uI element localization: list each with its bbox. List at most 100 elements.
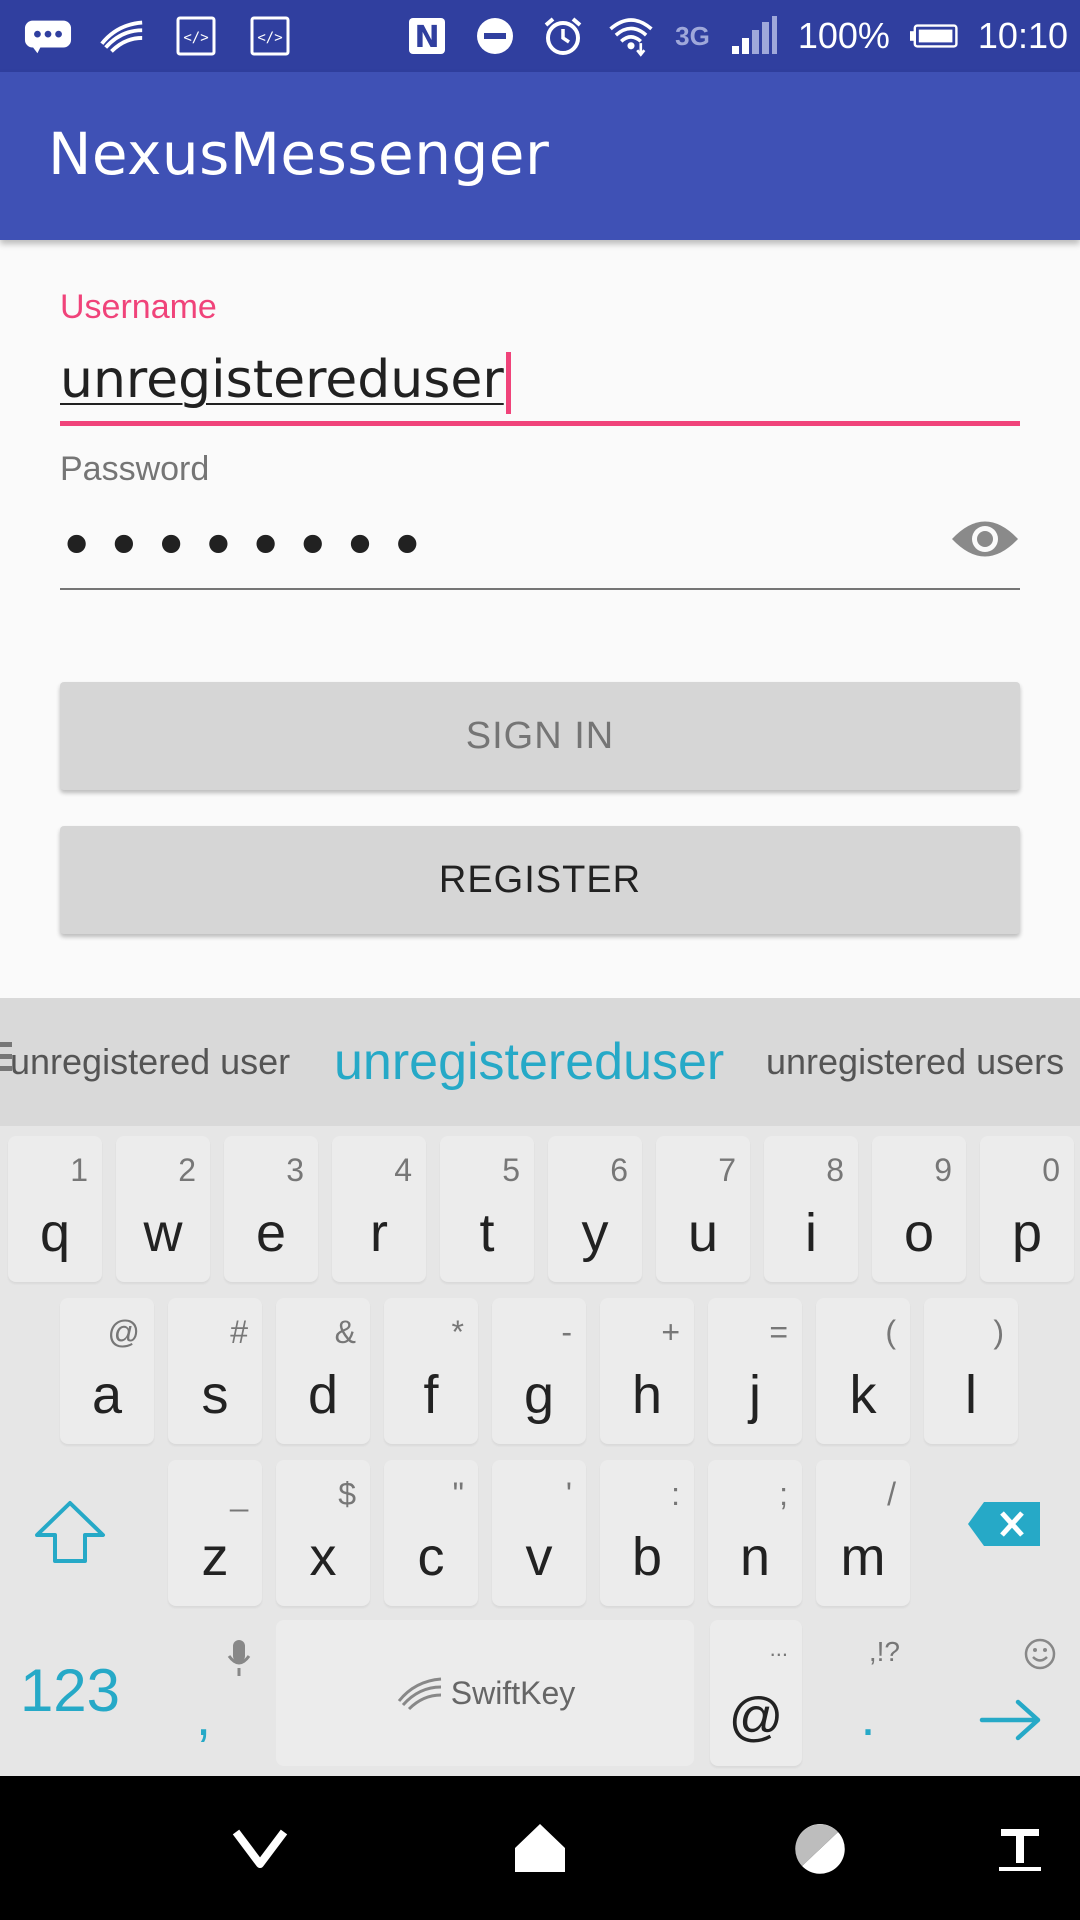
key-u-label: u [687,1203,719,1263]
key-o[interactable]: 9o [872,1136,966,1282]
app-title: NexusMessenger [48,120,550,188]
key-a[interactable]: @ a [60,1298,154,1444]
key-t[interactable]: 5t [440,1136,534,1282]
status-bar: </> </> N 3G 100% 10:10 [0,0,1080,72]
key-w-label: w [143,1203,183,1263]
key-k-label: k [849,1365,877,1425]
password-label: Password [60,450,210,488]
key-a-label: a [91,1365,123,1425]
emoji-icon[interactable] [1016,1630,1064,1678]
key-b[interactable]: :b [600,1460,694,1606]
numbers-key[interactable]: 123 [10,1648,130,1732]
key-d[interactable]: & d [276,1298,370,1444]
cell-signal-icon [730,16,778,56]
key-v-secondary: ' [565,1476,572,1512]
key-s-label: s [201,1365,229,1425]
key-z[interactable]: _ z [168,1460,262,1606]
period-key[interactable]: . ,!? [822,1620,914,1766]
key-v-label: v [525,1527,553,1587]
key-g[interactable]: -g [492,1298,586,1444]
key-x-secondary: $ [338,1476,356,1512]
key-h-secondary: + [661,1314,680,1350]
key-f-secondary: * [451,1314,464,1350]
key-i[interactable]: 8i [764,1136,858,1282]
enter-arrow-icon[interactable] [974,1690,1048,1750]
key-j[interactable]: = j [708,1298,802,1444]
key-q-secondary: 1 [70,1152,88,1188]
battery-icon [909,16,958,56]
key-n-secondary: ; [779,1476,788,1512]
key-n[interactable]: ; n [708,1460,802,1606]
text-cursor [506,352,511,414]
period-key-label: . [860,1687,876,1747]
suggestion-right[interactable]: unregistered users [766,998,1064,1126]
sign-in-button[interactable]: SIGN IN [60,682,1020,790]
key-d-label: d [307,1365,339,1425]
password-field[interactable]: •••••••• [60,516,438,576]
alarm-icon [539,16,587,56]
space-key[interactable]: SwiftKey [276,1620,694,1766]
key-g-label: g [523,1365,555,1425]
key-f[interactable]: * f [384,1298,478,1444]
key-l-label: l [965,1365,977,1425]
key-b-label: b [631,1527,663,1587]
svg-text:N: N [415,20,440,55]
eye-icon[interactable] [950,514,1020,564]
key-r[interactable]: 4r [332,1136,426,1282]
key-y-label: y [581,1203,609,1263]
svg-text:</>: </> [183,30,208,46]
key-c-label: c [417,1527,445,1587]
key-m-label: m [840,1527,886,1587]
key-s[interactable]: # s [168,1298,262,1444]
username-underline [60,421,1020,426]
battery-percent: 100% [797,15,890,56]
key-h[interactable]: + h [600,1298,694,1444]
recents-icon[interactable] [780,1808,860,1888]
key-r-secondary: 4 [394,1152,412,1188]
key-m-secondary: / [887,1476,896,1512]
key-k[interactable]: (k [816,1298,910,1444]
svg-text:</>: </> [257,30,282,46]
key-p-label: p [1011,1203,1043,1263]
key-e[interactable]: 3e [224,1136,318,1282]
code-icon: </> [246,16,294,56]
key-w[interactable]: 2w [116,1136,210,1282]
key-p[interactable]: 0p [980,1136,1074,1282]
key-t-secondary: 5 [502,1152,520,1188]
key-p-secondary: 0 [1042,1152,1060,1188]
back-icon[interactable] [220,1808,300,1888]
key-v[interactable]: ' v [492,1460,586,1606]
suggestion-center[interactable]: unregistereduser [334,998,724,1126]
backspace-icon[interactable] [966,1496,1042,1552]
at-key[interactable]: @ ... [710,1620,802,1766]
text-format-icon[interactable] [980,1808,1060,1888]
key-o-secondary: 9 [934,1152,952,1188]
key-r-label: r [370,1203,388,1263]
key-a-secondary: @ [107,1314,140,1350]
suggestion-left[interactable]: unregistered user [10,998,290,1126]
key-j-secondary: = [769,1314,788,1350]
at-key-label: @ [728,1687,784,1747]
key-y[interactable]: 6y [548,1136,642,1282]
shift-icon[interactable] [20,1482,120,1582]
network-type: 3G [675,20,710,51]
nfc-icon: N [403,16,451,56]
key-s-secondary: # [230,1314,248,1350]
key-c[interactable]: " c [384,1460,478,1606]
register-button[interactable]: REGISTER [60,826,1020,934]
home-icon[interactable] [500,1808,580,1888]
key-t-label: t [479,1203,495,1263]
key-x[interactable]: $ x [276,1460,370,1606]
key-h-label: h [631,1365,663,1425]
key-e-label: e [255,1203,287,1263]
mic-icon [226,1638,252,1686]
key-l[interactable]: ) l [924,1298,1018,1444]
key-q-label: q [39,1203,71,1263]
key-u[interactable]: 7u [656,1136,750,1282]
key-x-label: x [309,1527,337,1587]
key-y-secondary: 6 [610,1152,628,1188]
key-k-secondary: ( [885,1314,896,1350]
key-m[interactable]: / m [816,1460,910,1606]
username-field[interactable]: unregistereduser [60,350,504,410]
key-q[interactable]: 1q [8,1136,102,1282]
